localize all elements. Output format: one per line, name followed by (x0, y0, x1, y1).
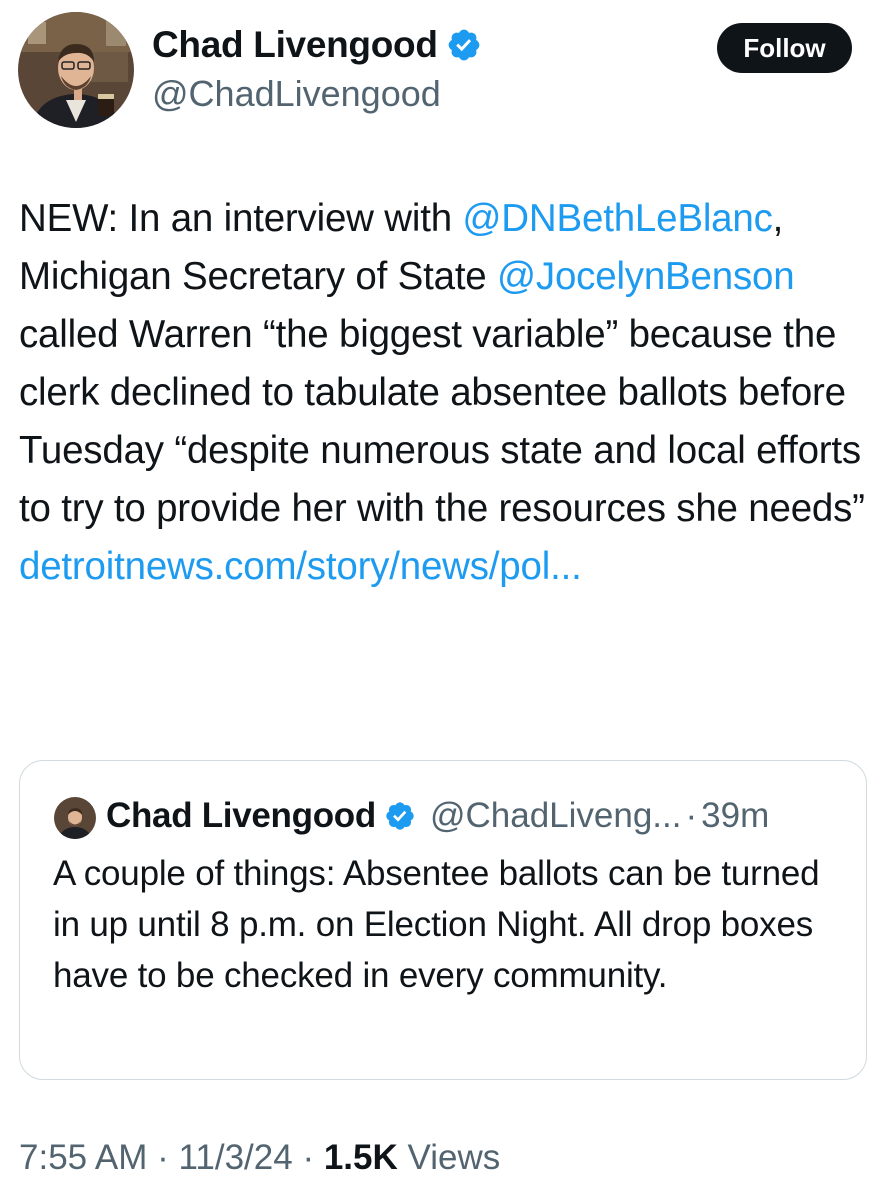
author-display-name[interactable]: Chad Livengood (152, 22, 438, 68)
tweet-date[interactable]: 11/3/24 (179, 1138, 293, 1177)
tweet-text-part: NEW: In an interview with (19, 197, 463, 240)
author-handle[interactable]: @ChadLivengood (152, 72, 441, 116)
meta-separator: · (292, 1138, 324, 1177)
quoted-author-name: Chad Livengood (106, 796, 376, 835)
tweet-text-part: called Warren “the biggest variable” bec… (19, 313, 865, 530)
quoted-author-handle: @ChadLiveng... (429, 796, 682, 835)
author-name-row: Chad Livengood (152, 22, 482, 68)
quoted-separator: · (685, 796, 698, 835)
follow-button[interactable]: Follow (717, 23, 852, 73)
quoted-tweet-card[interactable]: Chad Livengood @ChadLiveng... · 39m A co… (19, 760, 867, 1080)
tweet-time[interactable]: 7:55 AM (19, 1138, 147, 1177)
quoted-avatar-image (54, 797, 96, 839)
author-avatar[interactable] (18, 12, 134, 128)
quoted-tweet-text: A couple of things: Absentee ballots can… (53, 854, 820, 995)
tweet-meta: 7:55 AM · 11/3/24 · 1.5K Views (19, 1135, 500, 1181)
quoted-author-avatar (54, 797, 96, 839)
views-count: 1.5K (323, 1138, 398, 1177)
quoted-timestamp: 39m (701, 796, 770, 835)
mention-jocelynbenson[interactable]: @JocelynBenson (497, 255, 795, 298)
views-label: Views (397, 1138, 501, 1177)
quoted-tweet-header: Chad Livengood @ChadLiveng... · 39m (106, 793, 769, 839)
article-link[interactable]: detroitnews.com/story/news/pol... (19, 545, 582, 588)
mention-dnbethleblanc[interactable]: @DNBethLeBlanc (462, 197, 772, 240)
verified-badge-icon[interactable] (446, 27, 482, 63)
meta-separator: · (147, 1138, 179, 1177)
avatar-image (18, 12, 134, 128)
tweet-text: NEW: In an interview with @DNBethLeBlanc… (19, 190, 879, 596)
verified-badge-icon (386, 802, 414, 830)
